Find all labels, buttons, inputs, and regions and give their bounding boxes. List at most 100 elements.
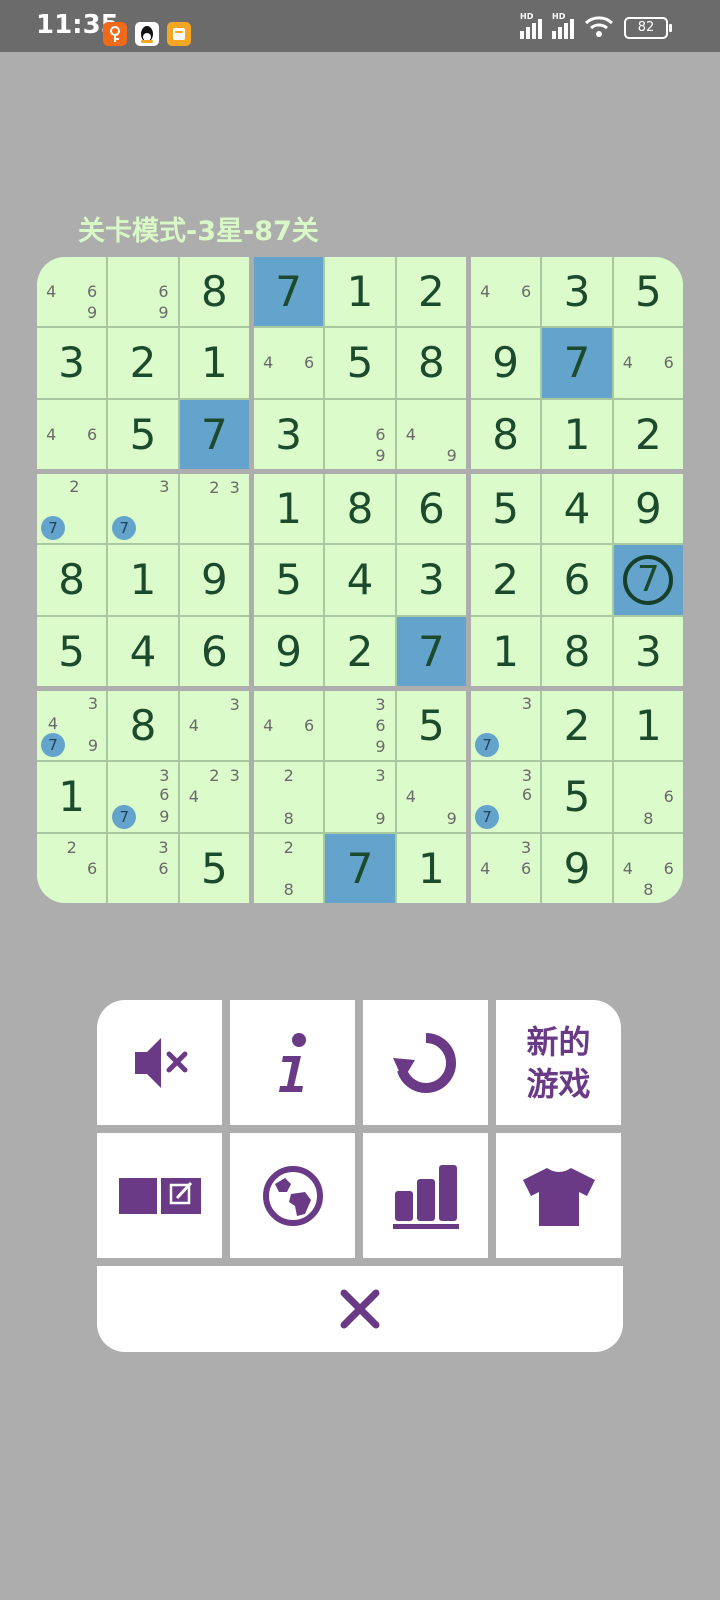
sudoku-cell[interactable]: 9 xyxy=(179,545,249,615)
sudoku-cell[interactable]: 46 xyxy=(254,691,324,761)
sudoku-cell[interactable]: 2 xyxy=(542,691,612,761)
sudoku-cell[interactable]: 39 xyxy=(325,762,395,832)
sudoku-cell[interactable]: 8 xyxy=(108,691,178,761)
sudoku-cell[interactable]: 8 xyxy=(325,474,395,544)
restart-button[interactable] xyxy=(363,1000,488,1125)
sudoku-cell[interactable]: 28 xyxy=(254,762,324,832)
sudoku-cell[interactable]: 8 xyxy=(37,545,107,615)
sudoku-cell[interactable]: 2 xyxy=(613,399,683,469)
sudoku-cell[interactable]: 46 xyxy=(254,328,324,398)
sudoku-cell[interactable]: 69 xyxy=(108,257,178,327)
note-digit: 9 xyxy=(158,303,169,323)
sudoku-cell[interactable]: 68 xyxy=(613,762,683,832)
sudoku-cell[interactable]: 7 xyxy=(542,328,612,398)
sudoku-cell[interactable]: 5 xyxy=(542,762,612,832)
sudoku-cell[interactable]: 46 xyxy=(613,328,683,398)
globe-button[interactable] xyxy=(230,1133,355,1258)
sudoku-cell[interactable]: 36 xyxy=(108,833,178,903)
sudoku-cell[interactable]: 5 xyxy=(613,257,683,327)
sudoku-cell[interactable]: 3 xyxy=(37,328,107,398)
sudoku-cell[interactable]: 9 xyxy=(542,833,612,903)
sudoku-cell[interactable]: 9 xyxy=(254,616,324,686)
sudoku-cell[interactable]: 37 xyxy=(108,474,178,544)
note-digit xyxy=(61,424,81,445)
sudoku-cell[interactable]: 3 47 9 xyxy=(37,691,107,761)
sudoku-cell[interactable]: 69 xyxy=(325,399,395,469)
sudoku-cell[interactable]: 36 7 9 xyxy=(108,762,178,832)
sudoku-cell[interactable]: 4 xyxy=(108,616,178,686)
sudoku-cell[interactable]: 6 xyxy=(179,616,249,686)
sudoku-cell[interactable]: 37 xyxy=(471,691,541,761)
sudoku-cell[interactable]: 8 xyxy=(179,257,249,327)
sudoku-cell[interactable]: 5 xyxy=(471,474,541,544)
sudoku-cell[interactable]: 4 68 xyxy=(613,833,683,903)
sudoku-cell[interactable]: 49 xyxy=(396,762,466,832)
sudoku-cell[interactable]: 7 xyxy=(325,833,395,903)
sudoku-cell[interactable]: 8 xyxy=(471,399,541,469)
sudoku-cell[interactable]: 2 xyxy=(471,545,541,615)
sudoku-cell[interactable]: 4 xyxy=(542,474,612,544)
theme-button[interactable] xyxy=(496,1133,621,1258)
sudoku-cell[interactable]: 7 xyxy=(254,257,324,327)
sudoku-cell[interactable]: 1 xyxy=(396,833,466,903)
sudoku-cell[interactable]: 27 xyxy=(37,474,107,544)
sudoku-cell[interactable]: 1 xyxy=(37,762,107,832)
sudoku-cell[interactable]: 8 xyxy=(542,616,612,686)
notes-toggle-button[interactable] xyxy=(97,1133,222,1258)
sudoku-cell[interactable]: 6 xyxy=(542,545,612,615)
note-digit: 3 xyxy=(87,694,99,714)
sudoku-cell[interactable]: 5 xyxy=(254,545,324,615)
sudoku-cell[interactable]: 1 xyxy=(325,257,395,327)
sudoku-cell[interactable]: 3 4 6 xyxy=(471,833,541,903)
new-game-button[interactable]: 新的游戏 xyxy=(496,1000,621,1125)
sudoku-cell[interactable]: 1 xyxy=(613,691,683,761)
sudoku-cell[interactable]: 2 xyxy=(396,257,466,327)
sudoku-cell[interactable]: 36 7 xyxy=(471,762,541,832)
info-button[interactable] xyxy=(230,1000,355,1125)
sudoku-cell[interactable]: 5 xyxy=(37,616,107,686)
note-digit: 7 xyxy=(475,804,499,829)
sudoku-cell[interactable]: 5 xyxy=(179,833,249,903)
sudoku-cell[interactable]: 1 xyxy=(471,616,541,686)
sudoku-cell[interactable]: 9 xyxy=(613,474,683,544)
cell-value: 4 xyxy=(563,484,591,534)
sudoku-cell[interactable]: 46 xyxy=(37,399,107,469)
sudoku-cell[interactable]: 4 69 xyxy=(37,257,107,327)
sudoku-cell[interactable]: 8 xyxy=(396,328,466,398)
sudoku-cell[interactable]: 6 xyxy=(396,474,466,544)
note-digit: 6 xyxy=(304,353,315,373)
note-digit: 6 xyxy=(663,787,674,807)
sudoku-cell[interactable]: 1 xyxy=(254,474,324,544)
sudoku-cell[interactable]: 5 xyxy=(108,399,178,469)
sudoku-cell[interactable]: 5 xyxy=(396,691,466,761)
sudoku-cell[interactable]: 3 xyxy=(396,545,466,615)
sudoku-cell[interactable]: 3 xyxy=(613,616,683,686)
sudoku-cell[interactable]: 28 xyxy=(254,833,324,903)
note-digit xyxy=(475,765,499,785)
note-digit xyxy=(495,281,515,302)
sudoku-cell[interactable]: 3 xyxy=(542,257,612,327)
sudoku-cell[interactable]: 34 xyxy=(179,691,249,761)
sudoku-cell[interactable]: 5 xyxy=(325,328,395,398)
sudoku-cell[interactable]: 1 xyxy=(108,545,178,615)
stats-button[interactable] xyxy=(363,1133,488,1258)
sudoku-cell[interactable]: 3 xyxy=(254,399,324,469)
sudoku-cell[interactable]: 1 xyxy=(179,328,249,398)
sound-off-button[interactable] xyxy=(97,1000,222,1125)
sudoku-cell[interactable]: 23 xyxy=(179,474,249,544)
close-menu-button[interactable] xyxy=(97,1266,623,1352)
note-digit xyxy=(204,498,224,519)
sudoku-cell[interactable]: 9 xyxy=(471,328,541,398)
sudoku-cell[interactable]: 7 xyxy=(179,399,249,469)
sudoku-cell[interactable]: 2 xyxy=(108,328,178,398)
sudoku-cell[interactable]: 369 xyxy=(325,691,395,761)
sudoku-cell[interactable]: 46 xyxy=(471,257,541,327)
sudoku-cell[interactable]: 1 xyxy=(542,399,612,469)
sudoku-cell[interactable]: 4 xyxy=(325,545,395,615)
sudoku-cell[interactable]: 23 4 xyxy=(179,762,249,832)
sudoku-cell[interactable]: 49 xyxy=(396,399,466,469)
sudoku-cell[interactable]: 26 xyxy=(37,833,107,903)
sudoku-cell[interactable]: 7 xyxy=(396,616,466,686)
sudoku-cell[interactable]: 2 xyxy=(325,616,395,686)
sudoku-cell[interactable]: 7 xyxy=(613,545,683,615)
